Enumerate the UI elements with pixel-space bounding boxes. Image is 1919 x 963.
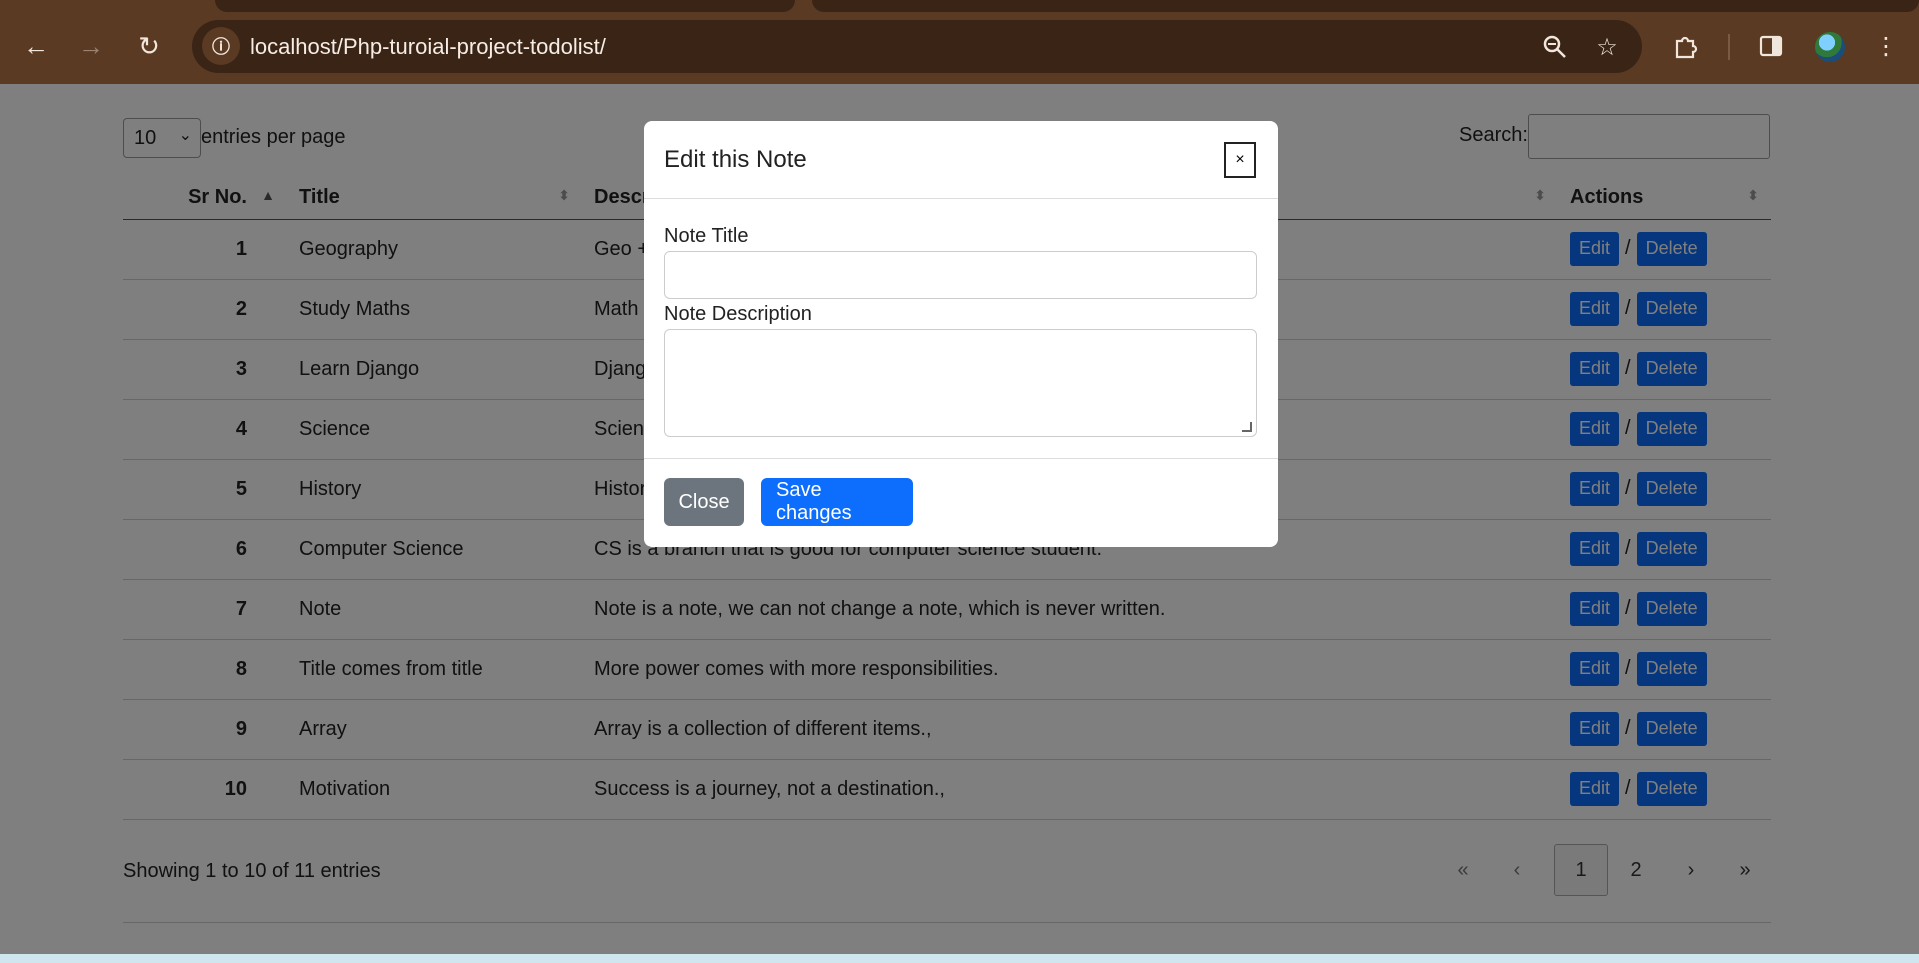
- tab-strip-tab[interactable]: [812, 0, 1919, 12]
- url-text[interactable]: localhost/Php-turoial-project-todolist/: [250, 34, 606, 60]
- back-icon[interactable]: ←: [16, 26, 56, 66]
- address-bar[interactable]: ⓘ localhost/Php-turoial-project-todolist…: [192, 20, 1642, 73]
- bottom-strip: [0, 954, 1919, 963]
- close-icon[interactable]: ×: [1224, 142, 1256, 178]
- modal-header: Edit this Note ×: [644, 121, 1278, 199]
- reload-icon[interactable]: ↻: [129, 26, 169, 66]
- forward-icon[interactable]: →: [71, 26, 111, 66]
- modal-title: Edit this Note: [664, 146, 807, 173]
- note-title-input[interactable]: [664, 251, 1257, 299]
- menu-icon[interactable]: ⋮: [1866, 26, 1906, 66]
- close-button[interactable]: Close: [664, 478, 744, 526]
- toolbar-separator: [1728, 34, 1730, 60]
- resize-handle-icon[interactable]: [1242, 422, 1252, 432]
- extensions-icon[interactable]: [1666, 26, 1706, 66]
- bookmark-star-icon[interactable]: ☆: [1592, 32, 1622, 62]
- site-info-icon[interactable]: ⓘ: [202, 27, 240, 65]
- browser-toolbar: ← → ↻ ⓘ localhost/Php-turoial-project-to…: [0, 0, 1919, 84]
- note-description-label: Note Description: [664, 303, 812, 325]
- zoom-icon[interactable]: [1540, 32, 1570, 62]
- modal-footer: Close Save changes: [644, 458, 1278, 547]
- note-title-label: Note Title: [664, 225, 749, 247]
- save-changes-button[interactable]: Save changes: [761, 478, 913, 526]
- edit-note-modal: Edit this Note × Note Title Note Descrip…: [644, 121, 1278, 547]
- side-panel-icon[interactable]: [1751, 26, 1791, 66]
- note-description-textarea[interactable]: [664, 329, 1257, 437]
- tab-strip-tab[interactable]: [215, 0, 795, 12]
- profile-avatar[interactable]: [1815, 32, 1845, 62]
